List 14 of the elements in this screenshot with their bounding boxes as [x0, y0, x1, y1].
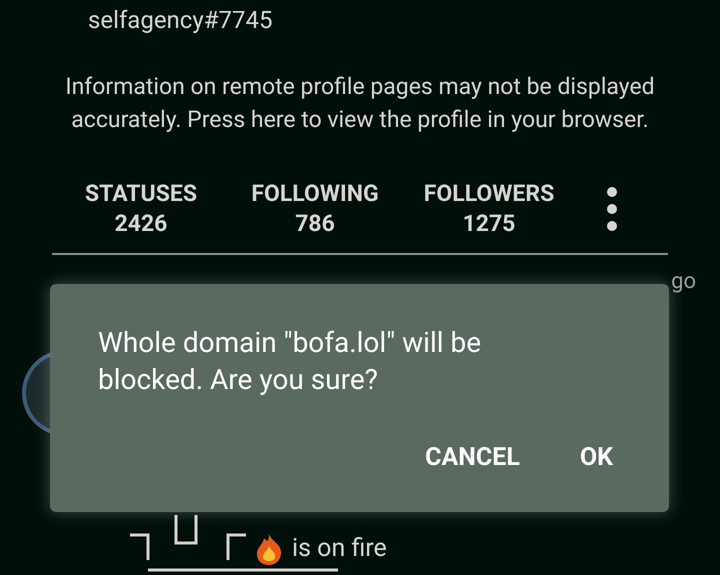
dialog-button[interactable]: OK: [580, 438, 613, 476]
stat-value: 2426: [114, 209, 168, 239]
stat-label: FOLLOWERS: [424, 179, 554, 209]
stat-value: 1275: [462, 209, 516, 239]
stat-value: 786: [295, 209, 335, 239]
more-options-icon[interactable]: [606, 186, 618, 232]
post-time: go: [671, 268, 696, 296]
username: selfagency#7745: [87, 5, 274, 36]
stat-label: STATUSES: [85, 179, 197, 209]
post-text: is on fire: [292, 533, 387, 565]
dialog-button[interactable]: CANCEL: [425, 438, 520, 476]
remote-profile-notice[interactable]: Information on remote profile pages may not be displayed accurately. Press here to view the profile in your browser.: [60, 70, 660, 136]
dialog-message: Whole domain "bofa.lol" will be blocked. Are you sure?: [97, 325, 482, 398]
stat-label: FOLLOWING: [251, 179, 379, 209]
